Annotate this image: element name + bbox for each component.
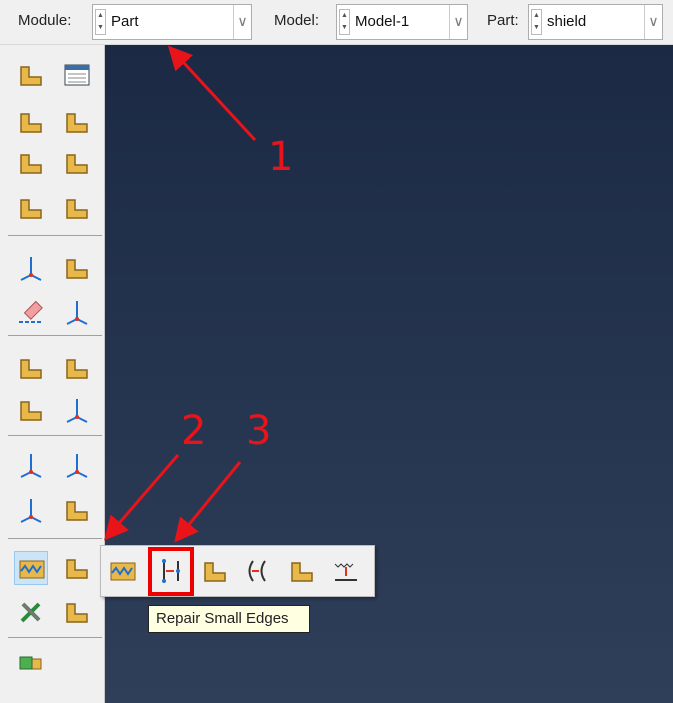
arrow-1 bbox=[167, 45, 257, 142]
annotation-2: 2 bbox=[181, 408, 207, 454]
annotation-1: 1 bbox=[268, 134, 294, 180]
arrow-2 bbox=[104, 454, 180, 541]
annotation-3: 3 bbox=[246, 408, 272, 454]
arrow-3 bbox=[174, 461, 242, 543]
annotations bbox=[104, 45, 257, 543]
